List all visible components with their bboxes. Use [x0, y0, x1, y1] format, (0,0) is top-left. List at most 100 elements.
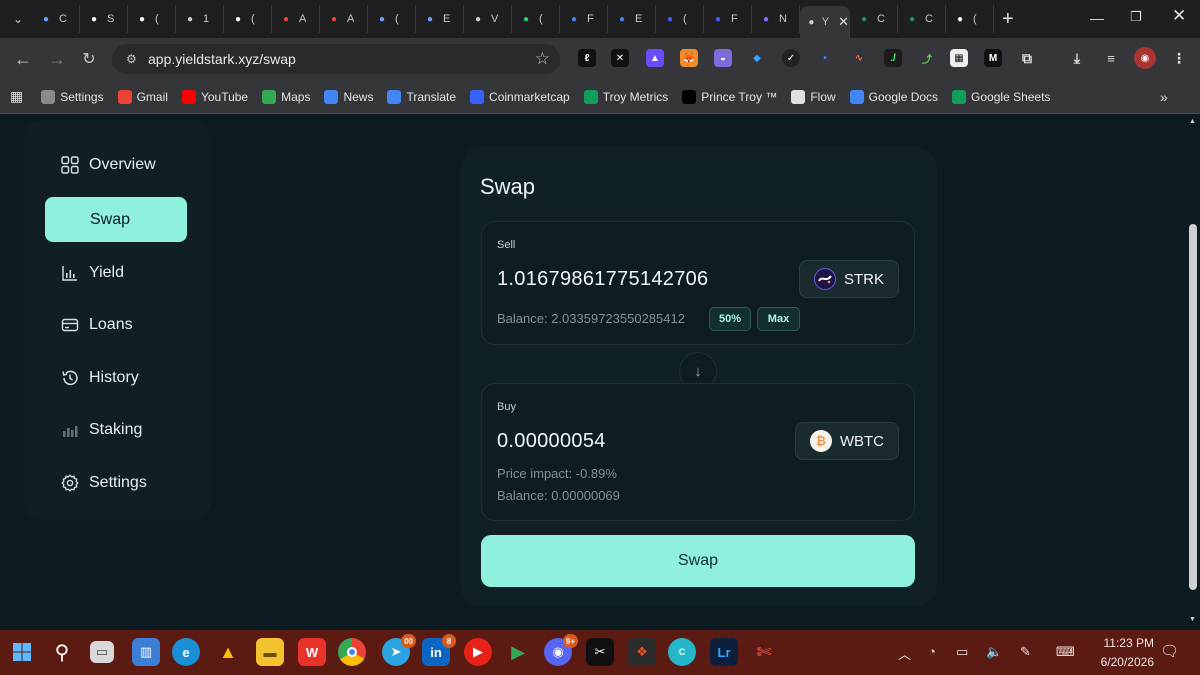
buy-token-select[interactable]: ₿ WBTC	[794, 422, 899, 460]
extension-icon[interactable]: ▦	[950, 49, 968, 67]
capcut-icon[interactable]: ✂	[586, 638, 614, 666]
canva-icon[interactable]: C	[668, 638, 696, 666]
widgets-icon[interactable]: ▥	[132, 638, 160, 666]
bookmark-6[interactable]: Coinmarketcap	[470, 89, 570, 104]
tab-11[interactable]: ● F	[560, 5, 608, 33]
discord-icon[interactable]: ◉ 9+	[544, 634, 578, 666]
telegram-icon[interactable]: ➤ 00	[382, 634, 416, 666]
tab-19[interactable]: ●(	[946, 5, 994, 33]
bookmark-10[interactable]: Google Docs	[849, 89, 938, 104]
tab-9[interactable]: ● V	[464, 5, 512, 33]
bookmark-11[interactable]: Google Sheets	[952, 89, 1050, 104]
tab-7[interactable]: ●(	[368, 5, 416, 33]
sidebar-item-overview[interactable]: Overview	[45, 142, 187, 187]
extension-icon[interactable]: ▲	[646, 49, 664, 67]
site-info-icon[interactable]: ⚙	[126, 52, 148, 66]
extension-icon[interactable]: ℓ	[578, 49, 596, 67]
extension-icon[interactable]: M	[984, 49, 1002, 67]
minimize-button[interactable]: —	[1090, 10, 1104, 26]
diamond-icon[interactable]: ◆	[748, 49, 766, 67]
scroll-down-icon[interactable]: ▼	[1189, 616, 1196, 623]
file-explorer-icon[interactable]: ▬	[256, 638, 284, 666]
sidebar-item-settings[interactable]: Settings	[45, 460, 187, 505]
tab-4[interactable]: ●(	[224, 5, 272, 33]
bookmark-2[interactable]: YouTube	[181, 89, 248, 104]
extension-icon[interactable]: ◒	[714, 49, 732, 67]
extension-icon[interactable]: •	[816, 49, 834, 67]
bookmark-9[interactable]: Flow	[791, 89, 836, 104]
scrollbar-thumb[interactable]	[1189, 224, 1197, 590]
tab-17[interactable]: ● C	[850, 5, 898, 33]
bookmark-8[interactable]: Prince Troy ™	[682, 89, 777, 104]
bookmark-0[interactable]: Settings	[41, 89, 104, 104]
media-control-icon[interactable]: ≡	[1102, 49, 1120, 67]
edge-icon[interactable]: e	[172, 638, 200, 666]
bookmark-3[interactable]: Maps	[262, 89, 310, 104]
tab-2[interactable]: ●(	[128, 5, 176, 33]
close-window-button[interactable]: ✕	[1172, 6, 1186, 26]
linkedin-icon[interactable]: in 8	[422, 634, 456, 666]
extension-icon[interactable]: ./	[884, 49, 902, 67]
swap-button[interactable]: Swap	[481, 535, 915, 587]
tab-15[interactable]: ● N	[752, 5, 800, 33]
sidebar-item-loans[interactable]: Loans	[45, 302, 187, 347]
notifications-icon[interactable]: 🗨	[1160, 642, 1179, 660]
tab-1[interactable]: ● S	[80, 5, 128, 33]
figma-icon[interactable]: ❖	[628, 638, 656, 666]
tab-10[interactable]: ●(	[512, 5, 560, 33]
restore-button[interactable]: ❐	[1130, 9, 1142, 25]
sidebar-item-staking[interactable]: Staking	[45, 407, 187, 452]
max-button[interactable]: Max	[757, 307, 800, 331]
metamask-icon[interactable]: 🦊	[680, 49, 698, 67]
tab-0[interactable]: ● C	[32, 5, 80, 33]
sidebar-item-swap[interactable]: Swap	[45, 197, 187, 242]
apps-grid-icon[interactable]: ▦	[10, 88, 23, 105]
tab-16[interactable]: ● Y ✕	[800, 6, 850, 38]
download-icon[interactable]: ⤓	[1068, 49, 1086, 67]
new-tab-button[interactable]: +	[1002, 8, 1014, 31]
back-button[interactable]: ←	[6, 42, 40, 76]
pen-icon[interactable]: ✎	[1020, 644, 1031, 660]
battery-icon[interactable]: ▭	[956, 644, 968, 660]
extension-icon[interactable]: ∿	[850, 49, 868, 67]
sell-amount-input[interactable]: 1.01679861775142706	[497, 268, 708, 291]
system-clock[interactable]: 11:23 PM 6/20/2026	[1101, 634, 1154, 672]
forward-button[interactable]: →	[40, 42, 74, 76]
volume-icon[interactable]: 🔈	[986, 644, 1002, 660]
close-tab-icon[interactable]: ✕	[838, 14, 849, 30]
bookmark-4[interactable]: News	[324, 89, 373, 104]
keyboard-icon[interactable]: ⌨	[1056, 644, 1075, 660]
chrome-icon[interactable]	[338, 638, 366, 666]
bookmark-1[interactable]: Gmail	[117, 89, 168, 104]
puzzle-icon[interactable]: ⧉	[1018, 49, 1036, 67]
reload-button[interactable]: ↻	[72, 42, 106, 76]
more-options-icon[interactable]: ⋮	[1170, 49, 1188, 67]
sidebar-item-history[interactable]: History	[45, 355, 187, 400]
sidebar-item-yield[interactable]: Yield	[45, 250, 187, 295]
tab-8[interactable]: ● E	[416, 5, 464, 33]
half-button[interactable]: 50%	[709, 307, 751, 331]
wifi-icon[interactable]: ◔	[928, 644, 936, 659]
tab-13[interactable]: ●(	[656, 5, 704, 33]
bookmark-5[interactable]: Translate	[387, 89, 456, 104]
scroll-up-icon[interactable]: ▲	[1189, 118, 1196, 125]
lightroom-icon[interactable]: Lr	[710, 638, 738, 666]
sell-token-select[interactable]: STRK	[798, 260, 899, 298]
play-store-icon[interactable]: ▶	[504, 638, 532, 666]
tab-14[interactable]: ● F	[704, 5, 752, 33]
tab-6[interactable]: ● A	[320, 5, 368, 33]
youtube-icon[interactable]: ▶	[464, 638, 492, 666]
scrollbar[interactable]: ▲ ▼	[1186, 114, 1200, 630]
search-icon[interactable]: ⚲	[48, 638, 76, 666]
tab-3[interactable]: ● 1	[176, 5, 224, 33]
extension-icon[interactable]: ⤴	[918, 49, 936, 67]
wps-office-icon[interactable]: W	[298, 638, 326, 666]
address-bar[interactable]: ⚙ app.yieldstark.xyz/swap ☆	[112, 44, 560, 74]
windows-start-icon[interactable]	[8, 638, 36, 666]
extension-icon[interactable]: ✓	[782, 49, 800, 67]
bookmark-7[interactable]: Troy Metrics	[583, 89, 668, 104]
x-extension-icon[interactable]: ✕	[611, 49, 629, 67]
task-view-icon[interactable]: ▭	[90, 641, 114, 663]
snipping-tool-icon[interactable]: ✄	[750, 638, 778, 666]
tab-5[interactable]: ● A	[272, 5, 320, 33]
